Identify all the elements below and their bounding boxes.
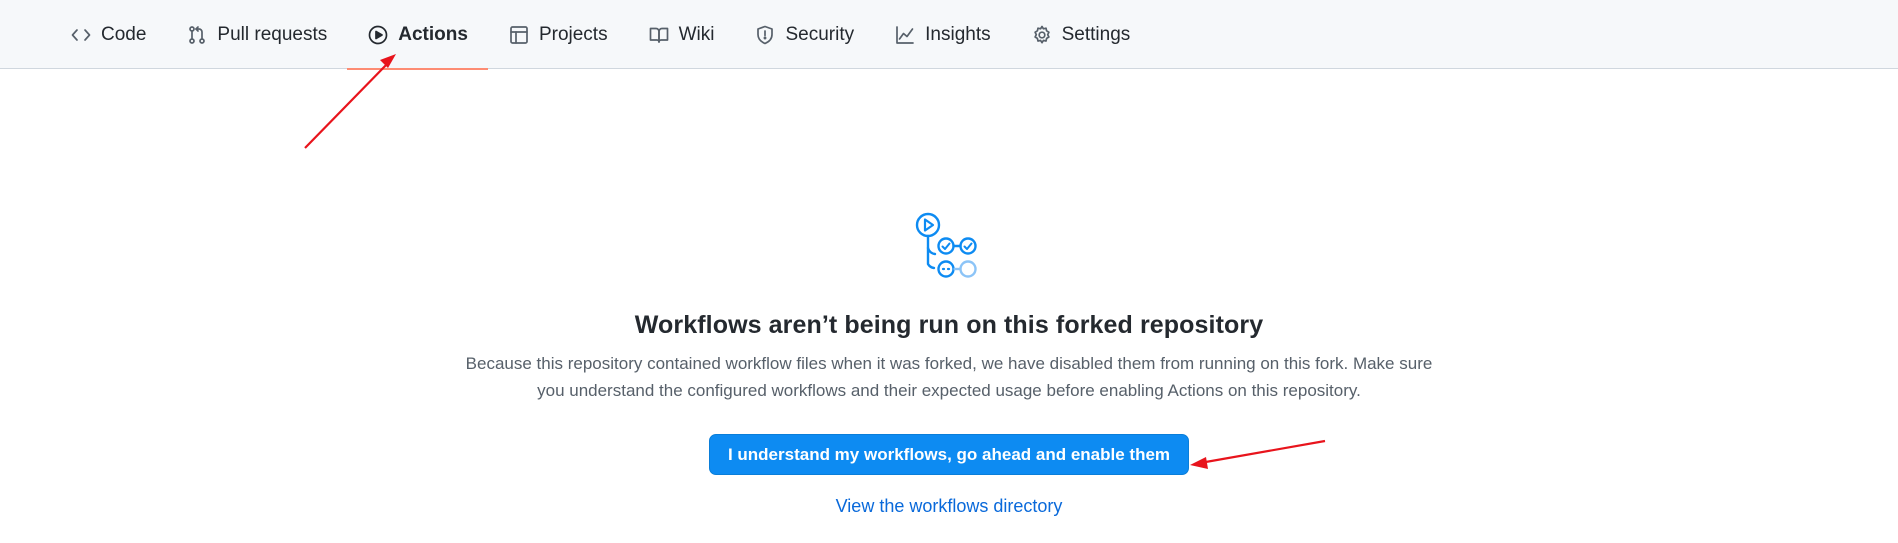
tab-projects[interactable]: Projects	[488, 0, 628, 69]
tab-insights[interactable]: Insights	[874, 0, 1010, 69]
workflow-icon	[915, 212, 977, 278]
play-icon	[367, 24, 389, 46]
tab-security-label: Security	[785, 23, 855, 45]
page: Code Pull requests Actions Projects Wiki…	[0, 0, 1898, 543]
tab-actions-label: Actions	[398, 23, 468, 45]
tab-settings[interactable]: Settings	[1011, 0, 1151, 69]
graph-icon	[894, 24, 916, 46]
gear-icon	[1031, 24, 1053, 46]
enable-workflows-button[interactable]: I understand my workflows, go ahead and …	[709, 434, 1189, 475]
tab-insights-label: Insights	[925, 23, 991, 45]
description-line-1: Because this repository contained workfl…	[465, 354, 1433, 373]
tab-code-label: Code	[101, 23, 147, 45]
pull-request-icon	[186, 24, 208, 46]
shield-icon	[754, 24, 776, 46]
tab-wiki-label: Wiki	[678, 23, 715, 45]
arrow-to-enable-button	[1190, 439, 1326, 469]
tab-security[interactable]: Security	[734, 0, 874, 69]
tab-projects-label: Projects	[538, 23, 608, 45]
tab-wiki[interactable]: Wiki	[628, 0, 735, 69]
code-icon	[70, 24, 92, 46]
tab-pull-requests[interactable]: Pull requests	[166, 0, 347, 69]
tab-settings-label: Settings	[1061, 23, 1131, 45]
view-workflows-directory-link[interactable]: View the workflows directory	[836, 496, 1063, 516]
description-line-2: you understand the configured workflows …	[537, 381, 1361, 400]
tab-code[interactable]: Code	[50, 0, 166, 69]
tab-pull-requests-label: Pull requests	[217, 23, 328, 45]
view-workflows-link-container: View the workflows directory	[0, 496, 1898, 517]
blankslate-heading: Workflows aren’t being run on this forke…	[634, 311, 1264, 339]
nav-tab-list: Code Pull requests Actions Projects Wiki…	[50, 0, 1151, 70]
blankslate-description: Because this repository contained workfl…	[430, 350, 1468, 404]
repo-nav: Code Pull requests Actions Projects Wiki…	[0, 0, 1898, 70]
book-icon	[648, 24, 670, 46]
table-icon	[508, 24, 530, 46]
tab-actions[interactable]: Actions	[347, 0, 488, 70]
